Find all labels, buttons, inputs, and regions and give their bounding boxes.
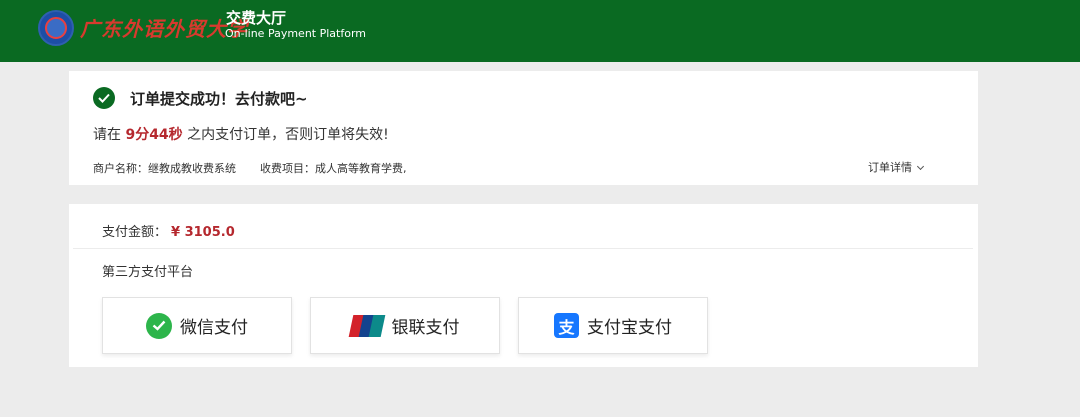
countdown-prefix: 请在 (93, 127, 121, 143)
order-summary-card: 订单提交成功！去付款吧~ 请在 9分44秒 之内支付订单，否则订单将失效! 商户… (69, 71, 978, 185)
payment-amount: 支付金额： ¥ 3105.0 (102, 221, 235, 240)
merchant-label: 商户名称： (93, 162, 148, 175)
payment-card: 支付金额： ¥ 3105.0 第三方支付平台 微信支付 银联支付 支 支付宝支付 (69, 204, 978, 367)
divider (73, 248, 973, 249)
amount-value: ¥ 3105.0 (171, 225, 235, 240)
order-meta: 商户名称：继教成教收费系统 收费项目：成人高等教育学费, (93, 160, 407, 176)
merchant-value: 继教成教收费系统 (148, 162, 236, 175)
university-emblem-icon (38, 10, 74, 46)
unionpay-label: 银联支付 (391, 318, 460, 338)
countdown-timer: 9分44秒 (125, 127, 183, 143)
order-detail-toggle[interactable]: 订单详情 (868, 159, 925, 175)
amount-label: 支付金额： (102, 225, 168, 240)
page-title: 交费大厅 (226, 9, 287, 27)
countdown-suffix: 之内支付订单，否则订单将失效! (187, 127, 389, 143)
check-circle-icon (93, 87, 115, 109)
item-label: 收费项目： (260, 162, 315, 175)
alipay-icon: 支 (554, 313, 579, 338)
item-value: 成人高等教育学费, (315, 162, 407, 175)
university-logo-text: 广东外语外贸大学 (80, 17, 248, 41)
unionpay-button[interactable]: 银联支付 (310, 297, 500, 354)
chevron-down-icon (916, 162, 925, 171)
wechat-icon (146, 312, 172, 339)
alipay-button[interactable]: 支 支付宝支付 (518, 297, 708, 354)
success-message: 订单提交成功！去付款吧~ (130, 90, 308, 108)
top-header: 广东外语外贸大学 交费大厅 On-line Payment Platform (0, 0, 1080, 62)
unionpay-icon (348, 314, 385, 337)
alipay-label: 支付宝支付 (587, 318, 672, 338)
third-party-platform-label: 第三方支付平台 (102, 265, 194, 280)
countdown-notice: 请在 9分44秒 之内支付订单，否则订单将失效! (93, 124, 389, 144)
wechat-pay-button[interactable]: 微信支付 (102, 297, 292, 354)
order-detail-label: 订单详情 (868, 161, 912, 174)
wechat-pay-label: 微信支付 (180, 318, 248, 338)
page-subtitle: On-line Payment Platform (225, 27, 366, 40)
